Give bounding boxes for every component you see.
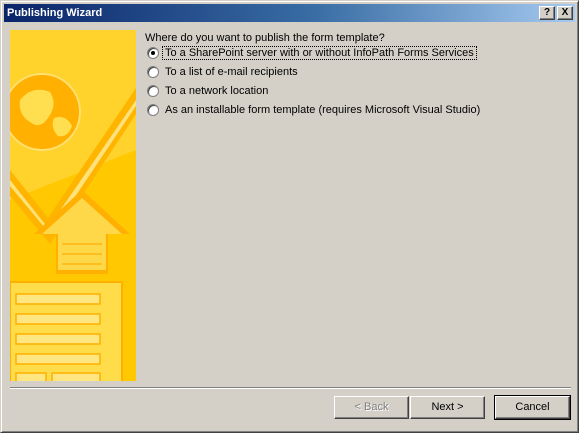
radio-email[interactable]: [147, 66, 159, 78]
option-installable-label[interactable]: As an installable form template (require…: [163, 104, 482, 116]
title-buttons: ? X: [539, 6, 573, 20]
radio-network[interactable]: [147, 85, 159, 97]
option-installable[interactable]: As an installable form template (require…: [147, 102, 482, 118]
form-document-icon: [10, 281, 123, 381]
option-email-label[interactable]: To a list of e-mail recipients: [163, 66, 300, 78]
option-sharepoint[interactable]: To a SharePoint server with or without I…: [147, 45, 477, 61]
publish-question: Where do you want to publish the form te…: [145, 32, 385, 44]
window-title: Publishing Wizard: [7, 7, 103, 19]
close-button[interactable]: X: [557, 6, 573, 20]
help-button[interactable]: ?: [539, 6, 555, 20]
globe-icon: [10, 73, 81, 151]
publishing-wizard-dialog: Publishing Wizard ? X Where do you want …: [0, 0, 579, 433]
option-network-label[interactable]: To a network location: [163, 85, 270, 97]
radio-installable[interactable]: [147, 104, 159, 116]
cancel-button[interactable]: Cancel: [494, 395, 571, 420]
wizard-banner-image: [10, 30, 136, 381]
title-bar[interactable]: Publishing Wizard ? X: [4, 4, 575, 22]
option-sharepoint-label[interactable]: To a SharePoint server with or without I…: [162, 46, 477, 60]
next-button[interactable]: Next >: [410, 396, 485, 419]
radio-sharepoint[interactable]: [147, 47, 159, 59]
option-network[interactable]: To a network location: [147, 83, 270, 99]
option-email[interactable]: To a list of e-mail recipients: [147, 64, 300, 80]
back-button[interactable]: < Back: [334, 396, 409, 419]
footer-separator: [10, 387, 571, 389]
banner-illustration: [10, 30, 136, 381]
